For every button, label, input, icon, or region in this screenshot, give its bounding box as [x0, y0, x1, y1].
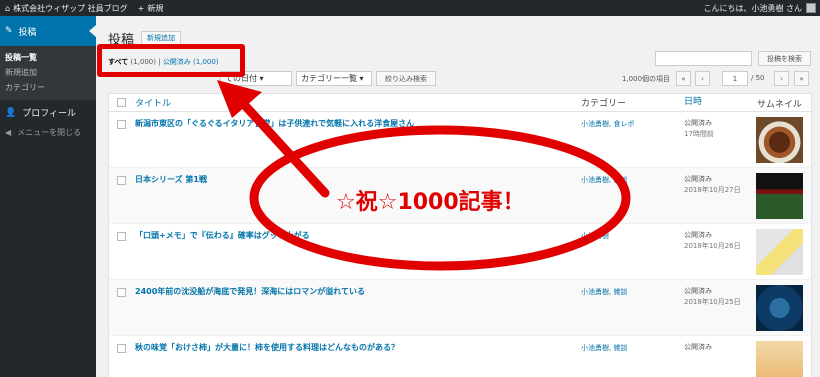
annotation-text: ☆祝☆1000記事！ — [336, 190, 525, 215]
